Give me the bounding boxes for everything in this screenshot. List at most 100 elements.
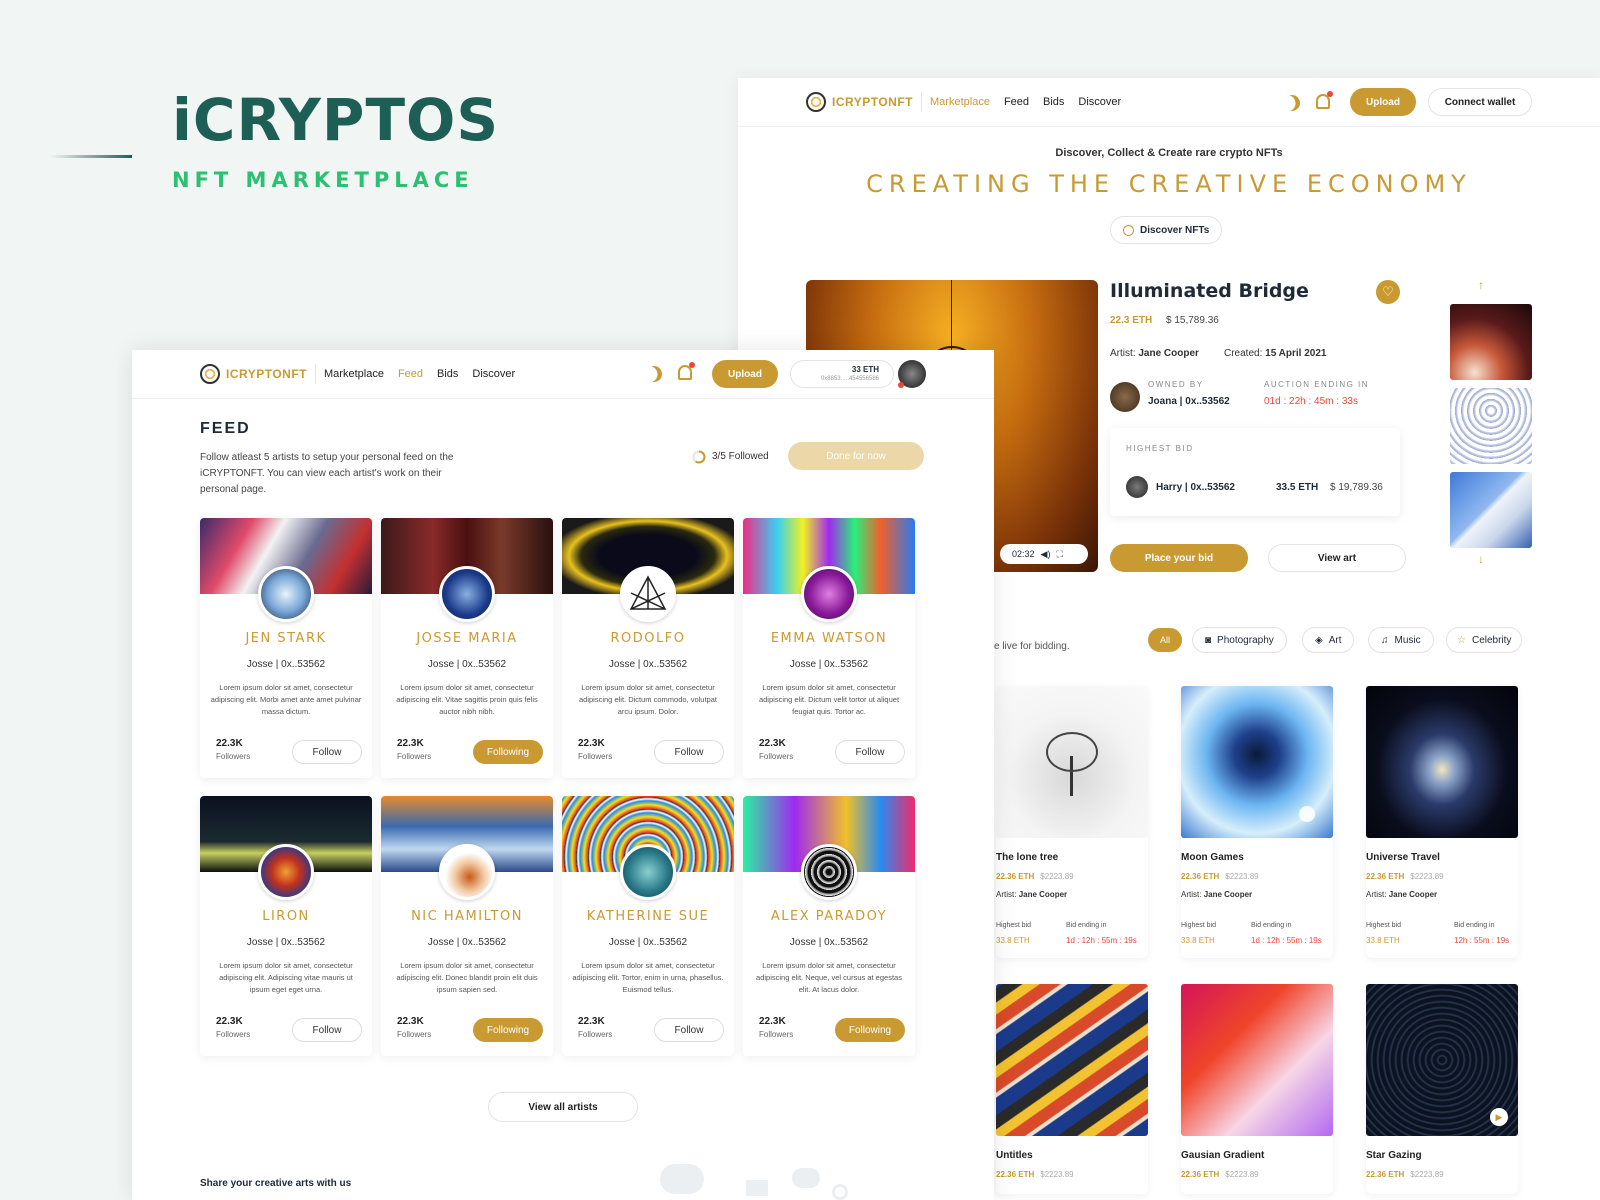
profile-avatar[interactable] [898,360,926,388]
bell-icon[interactable] [1316,91,1333,109]
following-button[interactable]: Following [473,740,543,764]
artist-avatar[interactable] [620,844,676,900]
owner-avatar[interactable] [1110,382,1140,412]
owner-name[interactable]: Joana | 0x..53562 [1148,396,1230,407]
nav-link-bids[interactable]: Bids [437,368,458,380]
marketplace-logo[interactable]: ICRYPTONFT [806,92,913,112]
pause-icon[interactable] [1299,806,1315,822]
artist-avatar[interactable] [258,566,314,622]
art-artist-name[interactable]: Jane Cooper [1204,890,1252,899]
nav-link-feed[interactable]: Feed [1004,96,1029,108]
thumbnail-1[interactable] [1450,304,1532,380]
follow-button[interactable]: Follow [654,1018,724,1042]
artist-name[interactable]: JOSSE MARIA [381,631,553,646]
artist-name[interactable]: ALEX PARADOY [743,909,915,924]
arrow-down-icon[interactable]: ↓ [1478,552,1484,566]
art-image-universe-travel[interactable] [1366,686,1518,838]
artist-avatar[interactable] [620,566,676,622]
arrow-up-icon[interactable]: ↑ [1478,278,1484,292]
filter-art[interactable]: ◈ Art [1302,627,1355,653]
artist-card[interactable]: KATHERINE SUE Josse | 0x..53562 Lorem ip… [562,796,734,1056]
art-image-moon-games[interactable] [1181,686,1333,838]
video-controls[interactable]: 02:32 ◀) ⛶ [1000,544,1088,564]
gear-icon [832,1184,848,1200]
artist-card[interactable]: ALEX PARADOY Josse | 0x..53562 Lorem ips… [743,796,915,1056]
play-icon[interactable]: ▶ [1490,1108,1508,1126]
art-image-lone-tree[interactable] [996,686,1148,838]
moon-icon[interactable] [643,363,665,385]
follow-button[interactable]: Follow [292,740,362,764]
art-price: 22.36 ETH $2223.89 [996,1170,1074,1179]
nav-link-marketplace[interactable]: Marketplace [930,96,990,108]
follow-button[interactable]: Follow [292,1018,362,1042]
art-card[interactable]: The lone tree 22.36 ETH $2223.89 Artist: … [996,686,1148,958]
moon-icon[interactable] [1281,92,1303,114]
upload-button[interactable]: Upload [1350,88,1416,116]
artist-avatar[interactable] [258,844,314,900]
bell-icon[interactable] [678,362,695,380]
volume-icon[interactable]: ◀) [1041,549,1051,560]
artist-avatar[interactable] [439,844,495,900]
art-artist-name[interactable]: Jane Cooper [1019,890,1067,899]
art-card[interactable]: Gausian Gradient 22.36 ETH $2223.89 [1181,984,1333,1194]
nav-link-discover[interactable]: Discover [1078,96,1121,108]
artist-avatar[interactable] [801,844,857,900]
connect-wallet-button[interactable]: Connect wallet [1428,88,1532,116]
artist-card[interactable]: RODOLFO Josse | 0x..53562 Lorem ipsum do… [562,518,734,778]
bidder-avatar[interactable] [1126,476,1148,498]
thumbnail-2[interactable] [1450,388,1532,464]
art-image-untitles[interactable] [996,984,1148,1136]
feed-logo[interactable]: ICRYPTONFT [200,364,307,384]
artist-name[interactable]: JEN STARK [200,631,372,646]
follow-button[interactable]: Follow [654,740,724,764]
artist-name[interactable]: Jane Cooper [1138,348,1199,359]
discover-nfts-button[interactable]: Discover NFTs [1110,216,1223,244]
art-usd: $2223.89 [1225,872,1259,881]
fullscreen-icon[interactable]: ⛶ [1056,549,1062,560]
art-image-star-gazing[interactable]: ▶ [1366,984,1518,1136]
artist-card[interactable]: JOSSE MARIA Josse | 0x..53562 Lorem ipsu… [381,518,553,778]
artist-card[interactable]: NIC HAMILTON Josse | 0x..53562 Lorem ips… [381,796,553,1056]
filter-music[interactable]: ♫ Music [1368,627,1434,653]
artist-avatar[interactable] [439,566,495,622]
place-bid-button[interactable]: Place your bid [1110,544,1248,572]
nav-link-feed[interactable]: Feed [398,368,423,380]
artist-card[interactable]: JEN STARK Josse | 0x..53562 Lorem ipsum … [200,518,372,778]
done-button[interactable]: Done for now [788,442,924,470]
follow-button[interactable]: Follow [835,740,905,764]
followers-count: 22.3K [578,738,605,749]
filter-all[interactable]: All [1148,628,1182,652]
artist-card[interactable]: EMMA WATSON Josse | 0x..53562 Lorem ipsu… [743,518,915,778]
nav-link-bids[interactable]: Bids [1043,96,1064,108]
view-art-button[interactable]: View art [1268,544,1406,572]
artist-handle: Josse | 0x..53562 [789,937,869,948]
brand-title: iCRYPTOS [172,86,500,154]
following-button[interactable]: Following [835,1018,905,1042]
following-button[interactable]: Following [473,1018,543,1042]
nav-link-marketplace[interactable]: Marketplace [324,368,384,380]
art-card[interactable]: Universe Travel 22.36 ETH $2223.89 Artist… [1366,686,1518,958]
artist-card[interactable]: LIRON Josse | 0x..53562 Lorem ipsum dolo… [200,796,372,1056]
artist-name[interactable]: LIRON [200,909,372,924]
art-artist: Artist: Jane Cooper [1366,890,1437,899]
view-all-artists-button[interactable]: View all artists [488,1092,638,1122]
art-card[interactable]: Moon Games 22.36 ETH $2223.89 Artist: Jan… [1181,686,1333,958]
artist-name[interactable]: KATHERINE SUE [562,909,734,924]
thumbnail-3[interactable] [1450,472,1532,548]
artist-name[interactable]: RODOLFO [562,631,734,646]
filter-photography[interactable]: ◙ Photography [1192,627,1287,653]
art-card[interactable]: ▶ Star Gazing 22.36 ETH $2223.89 [1366,984,1518,1194]
artist-name[interactable]: EMMA WATSON [743,631,915,646]
artist-name[interactable]: NIC HAMILTON [381,909,553,924]
wallet-widget[interactable]: 33 ETH 0x8853.....454556586 [790,360,894,388]
artist-prefix: Artist: [1366,890,1387,899]
art-card[interactable]: Untitles 22.36 ETH $2223.89 [996,984,1148,1194]
artist-avatar[interactable] [801,566,857,622]
art-image-gausian-gradient[interactable] [1181,984,1333,1136]
heart-icon[interactable]: ♡ [1376,280,1400,304]
bidder-name[interactable]: Harry | 0x..53562 [1156,482,1235,493]
upload-button[interactable]: Upload [712,360,778,388]
nav-link-discover[interactable]: Discover [472,368,515,380]
art-artist-name[interactable]: Jane Cooper [1389,890,1437,899]
filter-celebrity[interactable]: ☆ Celebrity [1446,627,1523,653]
